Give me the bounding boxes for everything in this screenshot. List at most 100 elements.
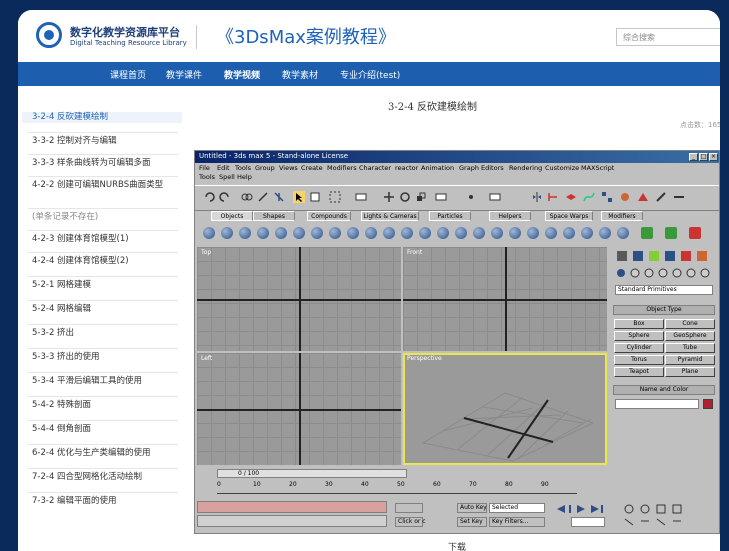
selected-dropdown[interactable]: Selected [489,503,545,513]
gengon-icon[interactable] [455,227,467,239]
auto-key-button[interactable]: Auto Key [457,503,487,513]
sidebar-item[interactable]: 5-4-4 倒角剖面 [32,424,182,435]
undo-icon[interactable] [203,191,215,203]
sidebar-item[interactable]: 4-2-2 创建可编辑NURBS曲面类型 [32,180,182,191]
video-frame[interactable]: Untitled - 3ds max 5 - Stand-alone Licen… [194,150,720,534]
sidebar-item[interactable]: 4-2-3 创建体育馆模型(1) [32,234,182,245]
unlink-icon[interactable] [257,191,269,203]
tab-objects[interactable]: Objects [211,211,253,221]
pyramid-icon[interactable] [347,227,359,239]
lock-selection-icon[interactable] [395,503,423,513]
align-icon[interactable] [547,191,559,203]
hose-icon[interactable] [599,227,611,239]
schematic-icon[interactable] [601,191,613,203]
ringwave-icon[interactable] [581,227,593,239]
render-type-icon[interactable] [673,191,685,203]
sidebar-item[interactable]: 7-3-2 编辑平面的使用 [32,496,182,507]
cylinder-button[interactable]: Cylinder [614,343,664,353]
menu-item[interactable]: Help [237,173,252,181]
set-key-button[interactable]: Set Key [457,517,487,527]
reference-coordinate-icon[interactable] [435,191,447,203]
minimize-icon[interactable]: _ [689,153,698,161]
name-color-rollout[interactable]: Name and Color [613,385,715,395]
tab-space-warps[interactable]: Space Warps [545,211,593,221]
viewport-perspective[interactable]: Perspective [403,353,607,465]
menu-item[interactable]: Rendering [509,164,542,172]
nav-item-slides[interactable]: 教学课件 [166,68,202,81]
curve-editor-icon[interactable] [583,191,595,203]
box-button[interactable]: Box [614,319,664,329]
sidebar-item[interactable]: 5-3-2 挤出 [32,328,182,339]
command-panel-tabs-icon[interactable] [615,249,715,263]
menu-item[interactable]: Views [279,164,298,172]
material-editor-icon[interactable] [619,191,631,203]
object-color-swatch[interactable] [703,399,713,409]
menu-item[interactable]: Tools [199,173,215,181]
viewport-left[interactable]: Left [197,353,401,465]
menu-item[interactable]: Spell [219,173,235,181]
loft-icon[interactable] [641,227,653,239]
sidebar-item[interactable]: 6-2-4 优化与生产类编辑的使用 [32,448,182,459]
quick-render-icon[interactable] [655,191,667,203]
plane-button[interactable]: Plane [665,367,715,377]
pivot-icon[interactable] [465,191,477,203]
search-input[interactable]: 综合搜索 [616,28,720,46]
menu-item[interactable]: Animation [421,164,454,172]
oiltank-icon[interactable] [419,227,431,239]
site-logo-icon[interactable] [36,22,62,48]
torus-button[interactable]: Torus [614,355,664,365]
menu-item[interactable]: Graph Editors [459,164,504,172]
menu-item[interactable]: Edit [217,164,230,172]
geosphere-button[interactable]: GeoSphere [665,331,715,341]
menu-item[interactable]: MAXScript [581,164,614,172]
create-category-icons[interactable] [615,267,715,279]
cone-icon[interactable] [293,227,305,239]
sidebar-item[interactable]: (单条记录不存在) [32,212,182,223]
sidebar-item[interactable]: 7-2-4 四合型网格化活动绘制 [32,472,182,483]
object-type-rollout[interactable]: Object Type [613,305,715,315]
layer-icon[interactable] [565,191,577,203]
morph-icon[interactable] [689,227,701,239]
sphere-button[interactable]: Sphere [614,331,664,341]
bind-icon[interactable] [273,191,285,203]
sidebar-item[interactable]: 3-2-4 反砍建模绘制 [22,112,182,123]
sphere-icon[interactable] [221,227,233,239]
redo-icon[interactable] [219,191,231,203]
lextrusion-icon[interactable] [545,227,557,239]
menu-item[interactable]: Customize [545,164,579,172]
menu-item[interactable]: Tools [235,164,251,172]
teapot-icon[interactable] [275,227,287,239]
sidebar-item[interactable]: 5-4-2 特殊剖面 [32,400,182,411]
sidebar-item[interactable]: 5-3-3 挤出的使用 [32,352,182,363]
region-icon[interactable] [329,191,341,203]
teapot-button[interactable]: Teapot [614,367,664,377]
key-filters-button[interactable]: Key Filters... [489,517,545,527]
object-name-field[interactable] [615,399,699,409]
sidebar-item[interactable]: 5-2-4 网格编辑 [32,304,182,315]
prism-icon[interactable] [473,227,485,239]
viewport-front[interactable]: Front [403,247,607,351]
mirror-icon[interactable] [531,191,543,203]
menu-item[interactable]: reactor [395,164,418,172]
pyramid-button[interactable]: Pyramid [665,355,715,365]
sidebar-item[interactable]: 3-3-3 样条曲线转为可编辑多面 [32,158,182,169]
time-slider[interactable]: 0 / 100 [217,469,407,478]
nav-item-home[interactable]: 课程首页 [110,68,146,81]
download-caption[interactable]: 下载 [448,540,466,551]
capsule-icon[interactable] [527,227,539,239]
boolean-icon[interactable] [617,227,629,239]
menu-item[interactable]: Create [301,164,323,172]
menu-item[interactable]: File [199,164,210,172]
selection-filter-icon[interactable] [355,191,367,203]
chamferbox-icon[interactable] [401,227,413,239]
nav-item-materials[interactable]: 教学素材 [282,68,318,81]
sidebar-item[interactable]: 4-2-4 创建体育馆模型(2) [32,256,182,267]
nav-item-video[interactable]: 教学视频 [224,68,260,81]
sidebar-item[interactable]: 5-2-1 网格建模 [32,280,182,291]
geosphere-icon[interactable] [311,227,323,239]
box-icon[interactable] [203,227,215,239]
create-type-dropdown[interactable]: Standard Primitives [615,285,713,295]
tab-compounds[interactable]: Compounds [307,211,351,221]
menu-item[interactable]: Modifiers [327,164,357,172]
chamfercyl-icon[interactable] [509,227,521,239]
